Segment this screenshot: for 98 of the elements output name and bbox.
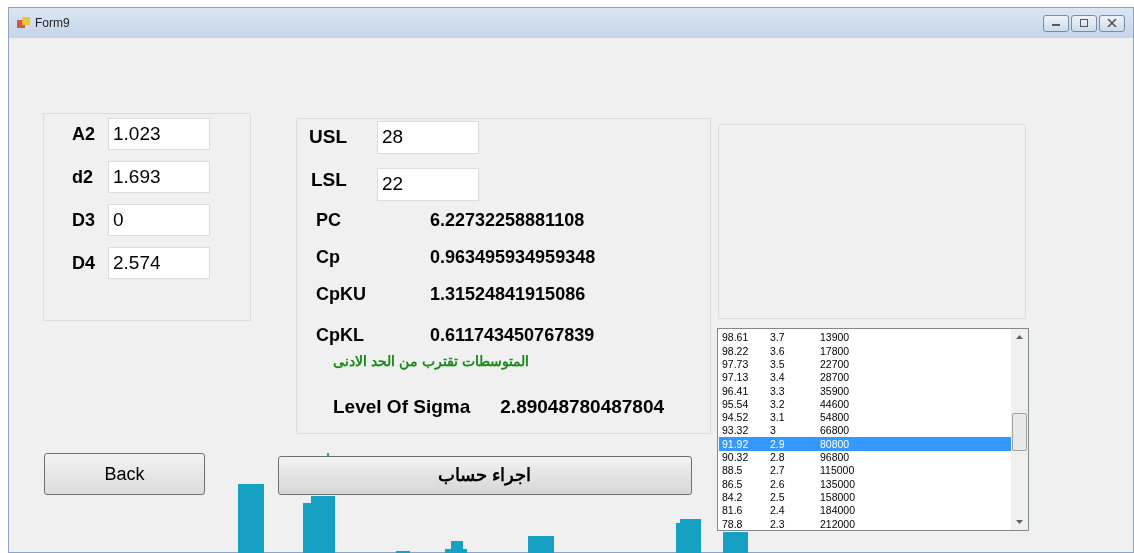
list-cell-text: 3.5: [769, 359, 786, 370]
list-row[interactable]: 78.8 2.3 212000: [719, 517, 1011, 531]
list-cell-text: 94.52: [721, 412, 750, 423]
constant-label: d2: [72, 165, 94, 189]
list-row[interactable]: 98.61 3.7 13900: [719, 331, 1011, 345]
result-value: 0.611743450767839: [430, 324, 595, 347]
list-cell-text: 158000: [819, 491, 856, 503]
list-cell-text: 184000: [819, 505, 856, 516]
list-cell-text: 2.5: [769, 491, 786, 503]
limit-field[interactable]: 22: [377, 168, 479, 201]
list-row[interactable]: 96.41 3.3 35900: [719, 384, 1011, 398]
chart-bar: [528, 536, 554, 553]
constant-field[interactable]: 2.574: [108, 247, 210, 279]
window-title: Form9: [35, 15, 70, 32]
result-value: 0.963495934959348: [430, 246, 596, 269]
result-label: PC: [316, 209, 342, 232]
constant-label: A2: [72, 122, 96, 146]
limit-label: USL: [309, 125, 348, 150]
list-row[interactable]: 88.5 2.7 115000: [719, 463, 1011, 478]
scroll-down-icon: [1016, 520, 1023, 524]
list-cell-text: 35900: [819, 385, 850, 397]
maximize-button[interactable]: [1071, 14, 1097, 32]
sigma-value: 2.89048780487804: [500, 395, 665, 419]
list-row[interactable]: 84.2 2.5 158000: [719, 490, 1011, 504]
list-cell-text: 96800: [819, 452, 850, 463]
list-cell-text: 2.3: [769, 518, 786, 530]
constant-label: D3: [72, 208, 96, 232]
constant-field[interactable]: 0: [108, 204, 210, 236]
list-cell-text: 91.92: [721, 438, 750, 450]
list-cell-text: 95.54: [721, 398, 750, 410]
list-cell-text: 2.4: [769, 505, 786, 516]
status-message: المتوسطات تقترب من الحد الادنى: [333, 352, 529, 372]
result-value: 6.22732258881108: [430, 209, 585, 232]
close-button[interactable]: [1099, 14, 1125, 32]
list-cell-text: 44600: [819, 398, 850, 410]
list-cell-text: 3.3: [769, 385, 786, 397]
list-cell-text: 96.41: [721, 385, 750, 397]
list-cell-text: 2.9: [769, 438, 786, 450]
list-cell-text: 3.7: [769, 332, 786, 343]
list-row[interactable]: 97.13 3.4 28700: [719, 370, 1011, 385]
list-row[interactable]: 95.54 3.2 44600: [719, 397, 1011, 411]
result-value: 1.31524841915086: [430, 283, 586, 306]
list-cell-text: 54800: [819, 412, 850, 423]
list-cell-text: 78.8: [721, 518, 744, 530]
back-button[interactable]: Back: [44, 453, 205, 495]
list-cell-text: 98.22: [721, 345, 750, 357]
list-cell-text: 2.7: [769, 465, 786, 476]
scroll-thumb[interactable]: [1012, 413, 1027, 451]
list-cell-text: 88.5: [721, 465, 744, 476]
list-cell-text: 84.2: [721, 491, 744, 503]
calculate-button[interactable]: اجراء حساب: [278, 456, 692, 495]
scrollbar[interactable]: [1011, 329, 1028, 530]
minimize-button[interactable]: [1043, 14, 1069, 32]
list-row[interactable]: 93.32 3 66800: [719, 424, 1011, 438]
constant-field[interactable]: 1.693: [108, 161, 210, 193]
list-cell-text: 80800: [819, 438, 850, 450]
list-cell-text: 90.32: [721, 452, 750, 463]
list-cell-text: 81.6: [721, 505, 744, 516]
list-row[interactable]: 94.52 3.1 54800: [719, 410, 1011, 425]
list-cell-text: 97.73: [721, 359, 750, 370]
result-label: CpKL: [316, 324, 365, 347]
list-cell-text: 3.2: [769, 398, 786, 410]
list-cell-text: 66800: [819, 425, 850, 436]
list-cell-text: 13900: [819, 332, 850, 343]
sigma-list[interactable]: [717, 328, 1029, 531]
result-label: CpKU: [316, 283, 367, 306]
list-cell-text: 3.6: [769, 345, 786, 357]
list-cell-text: 3.4: [769, 372, 786, 383]
list-cell-text: 97.13: [721, 372, 750, 383]
sigma-label: Level Of Sigma: [333, 395, 471, 419]
list-cell-text: 86.5: [721, 478, 744, 490]
list-cell-text: 3: [769, 425, 777, 436]
list-cell-text: 115000: [819, 465, 855, 476]
list-cell-text: 212000: [819, 518, 856, 530]
close-icon: [1107, 19, 1117, 27]
list-row[interactable]: 90.32 2.8 96800: [719, 450, 1011, 464]
list-cell-text: 2.8: [769, 452, 786, 463]
maximize-icon: [1079, 19, 1089, 27]
app-icon: [17, 16, 31, 30]
list-cell-text: 17800: [819, 345, 850, 357]
list-row[interactable]: 98.22 3.6 17800: [719, 344, 1011, 358]
constant-label: D4: [72, 251, 96, 275]
list-cell-text: 98.61: [721, 332, 750, 343]
list-cell-text: 22700: [819, 359, 850, 370]
list-cell-text: 2.6: [769, 478, 786, 490]
list-cell-text: 28700: [819, 372, 850, 383]
result-label: Cp: [316, 246, 341, 269]
limit-field[interactable]: 28: [377, 121, 479, 154]
chart-bar: [238, 484, 264, 553]
constant-field[interactable]: 1.023: [108, 118, 210, 150]
list-cell-text: 3.1: [769, 412, 786, 423]
list-row[interactable]: 81.6 2.4 184000: [719, 503, 1011, 518]
limit-label: LSL: [310, 168, 348, 193]
scroll-up-icon: [1016, 335, 1023, 339]
list-row[interactable]: 97.73 3.5 22700: [719, 357, 1011, 371]
list-row[interactable]: 86.5 2.6 135000: [719, 477, 1011, 491]
list-cell-text: 93.32: [721, 425, 750, 436]
list-cell-text: 135000: [819, 478, 856, 490]
